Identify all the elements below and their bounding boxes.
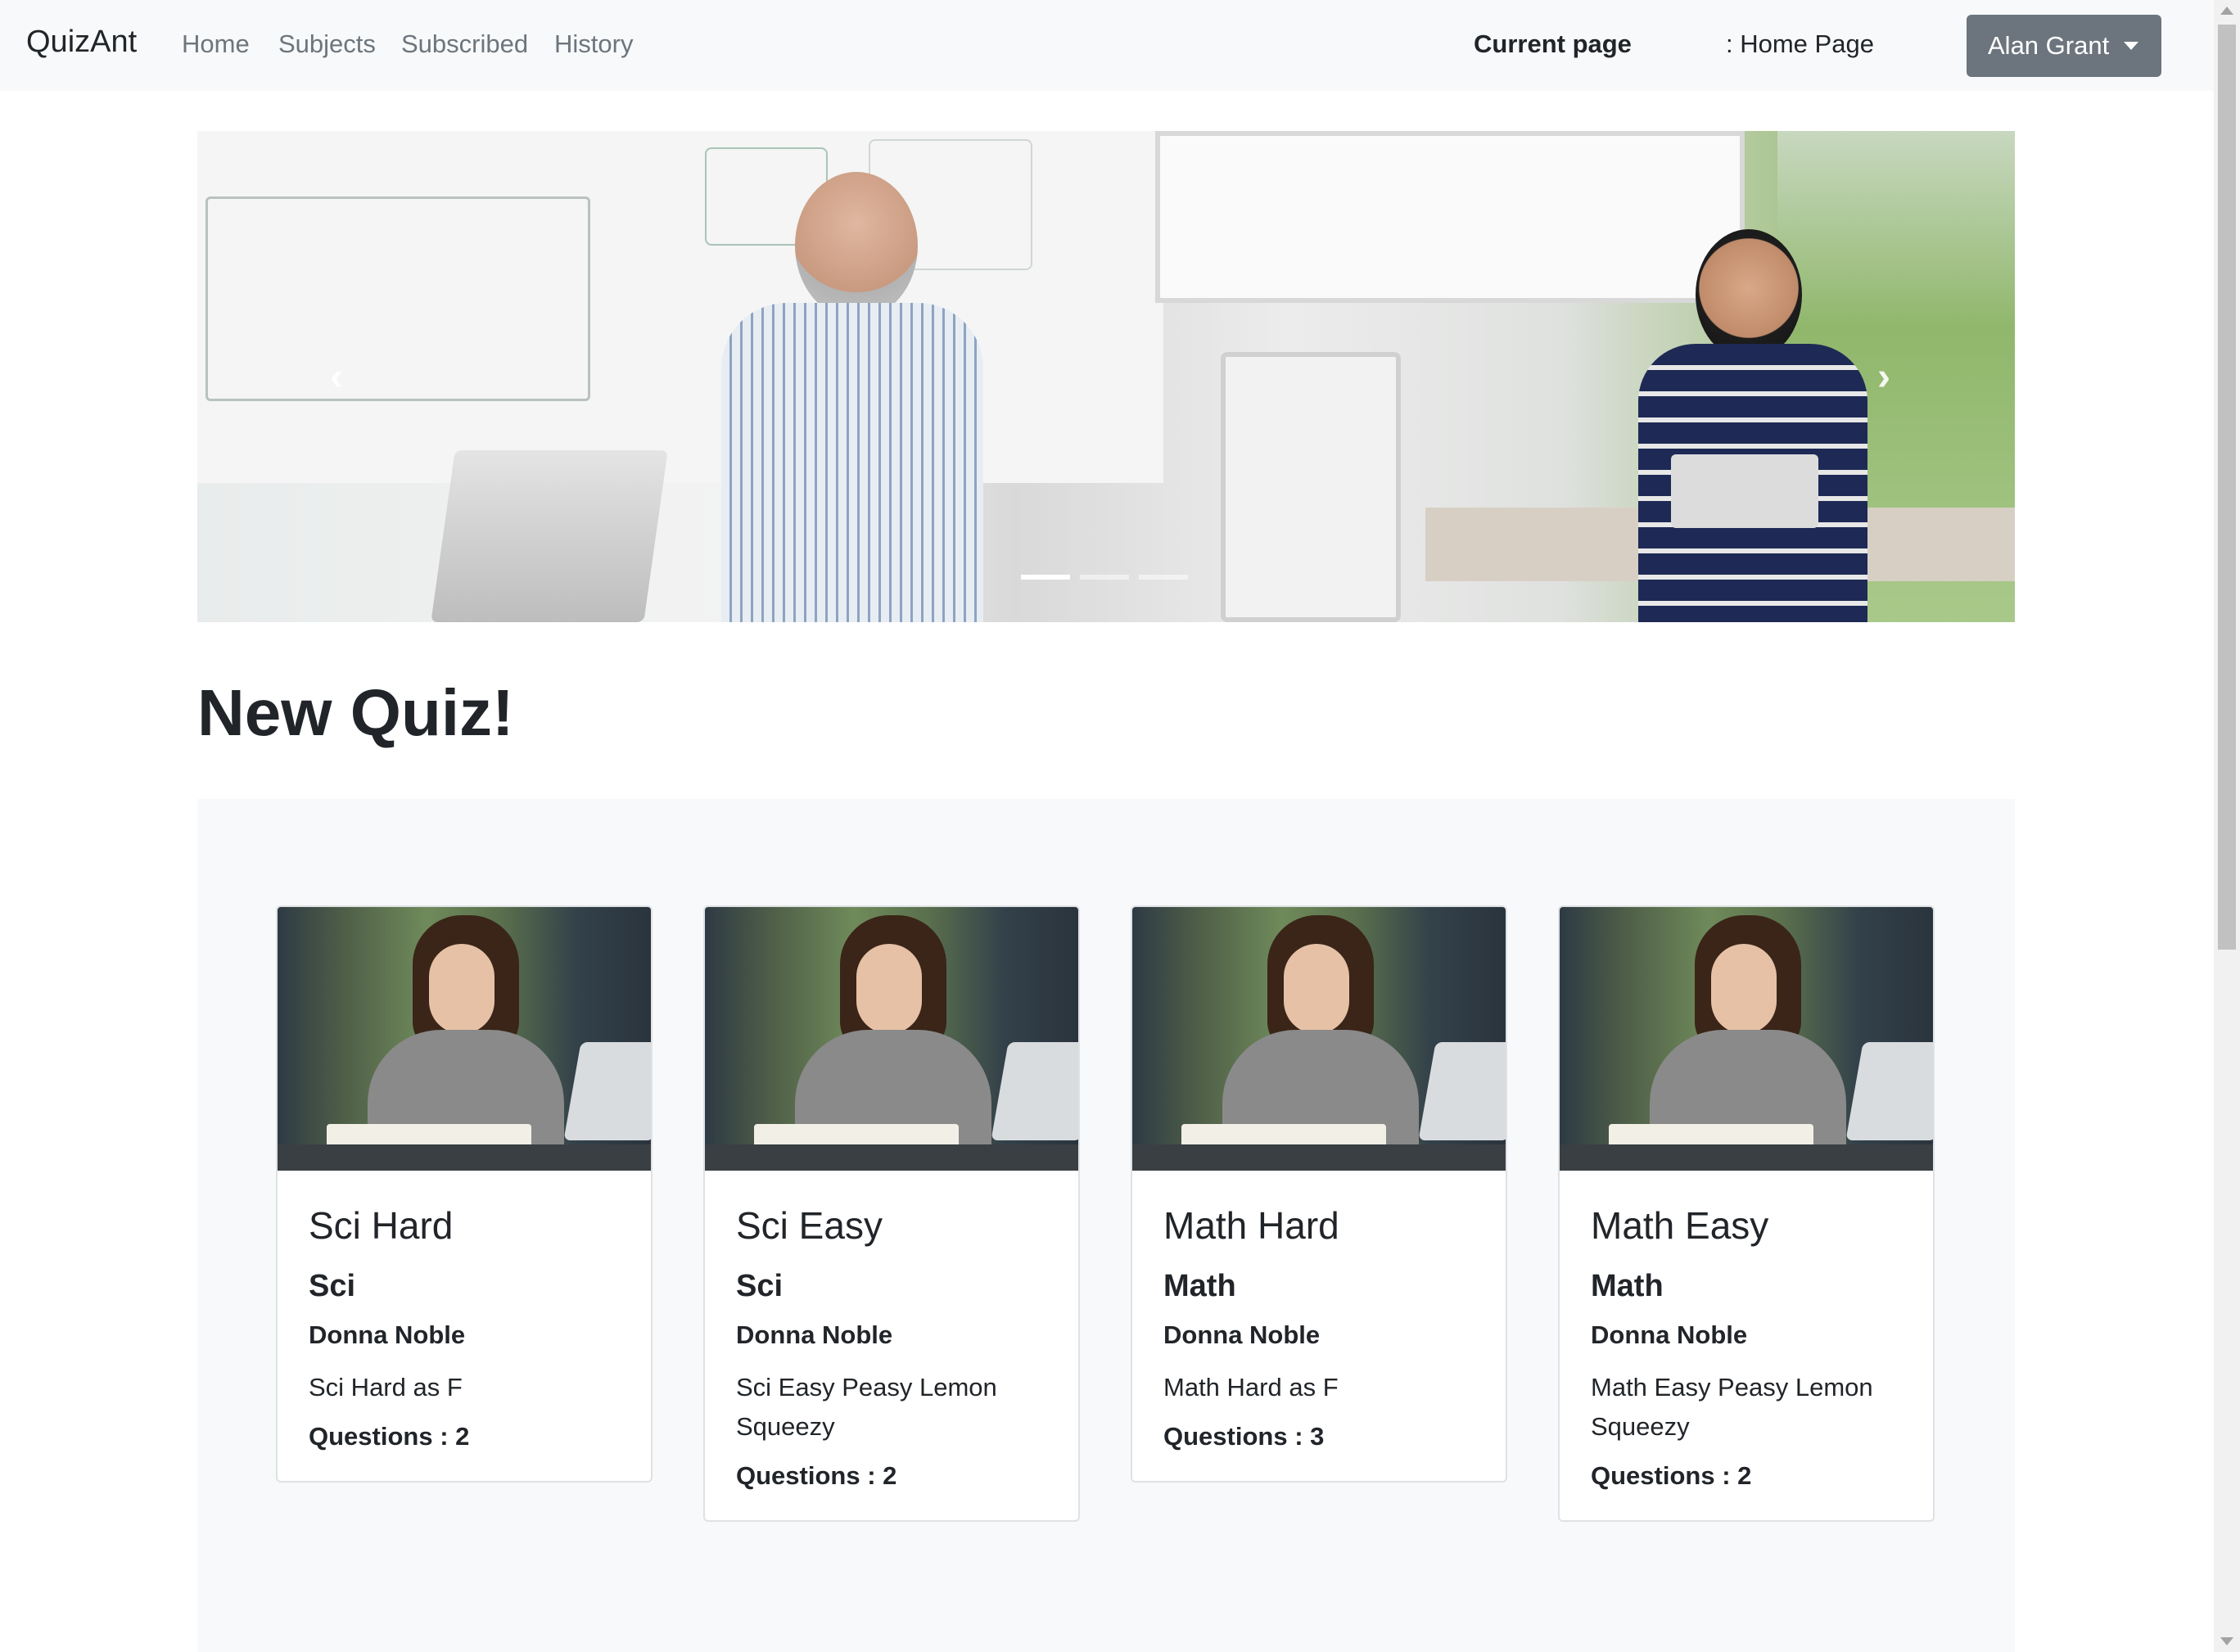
quiz-subject: Math [1163,1269,1236,1303]
teacher-head [795,172,918,319]
easel-board [1221,352,1401,622]
quiz-card-image [705,907,1078,1171]
desk [1132,1144,1506,1171]
quiz-card-body: Math Easy Math Donna Noble Math Easy Pea… [1560,1171,1933,1520]
quiz-card[interactable]: Sci Hard Sci Donna Noble Sci Hard as F Q… [276,905,653,1483]
carousel-indicator-3[interactable] [1139,575,1188,580]
nav-link-subscribed[interactable]: Subscribed [401,29,528,59]
quiz-subject: Sci [309,1269,356,1303]
face [1284,944,1349,1034]
current-page-label: Current page [1474,29,1632,58]
vertical-scrollbar[interactable] [2214,0,2240,1652]
quiz-card-body: Math Hard Math Donna Noble Math Hard as … [1132,1171,1506,1481]
laptop [1418,1042,1506,1140]
quiz-author: Donna Noble [736,1320,893,1349]
quiz-title[interactable]: Math Easy [1591,1203,1902,1248]
quiz-card-image [1560,907,1933,1171]
laptop [431,450,668,622]
carousel-indicator-1[interactable] [1021,575,1070,580]
desk [1560,1144,1933,1171]
quiz-question-count: Questions : 2 [309,1422,470,1451]
quiz-question-count: Questions : 2 [1591,1461,1752,1490]
carousel-prev-button[interactable]: ‹ [312,352,361,401]
hero-carousel: ‹ › [197,131,2015,622]
quiz-author: Donna Noble [1163,1320,1321,1349]
brand-logo[interactable]: QuizAnt [26,25,137,60]
quiz-description: Math Hard as F [1163,1373,1339,1401]
nav-link-history[interactable]: History [554,29,633,59]
laptop [1845,1042,1933,1140]
quiz-question-count: Questions : 2 [736,1461,897,1490]
quiz-description: Sci Easy Peasy Lemon Squeezy [736,1373,997,1441]
user-name: Alan Grant [1988,31,2110,60]
carousel-indicator-2[interactable] [1080,575,1129,580]
section-title: New Quiz! [197,676,514,749]
desk [705,1144,1078,1171]
teacher-body [721,303,983,622]
quiz-card-body: Sci Hard Sci Donna Noble Sci Hard as F Q… [278,1171,651,1481]
quiz-title[interactable]: Math Hard [1163,1203,1475,1248]
student-figure [1638,229,1867,622]
whiteboard-writing [205,196,590,401]
teacher-figure [705,172,983,622]
current-page-value: : Home Page [1726,29,1874,58]
scroll-up-arrow-icon[interactable] [2220,7,2233,15]
quiz-description: Math Easy Peasy Lemon Squeezy [1591,1373,1873,1441]
quiz-subject: Sci [736,1269,784,1303]
quiz-title[interactable]: Sci Easy [736,1203,1047,1248]
caret-down-icon [2124,42,2139,50]
quiz-card-body: Sci Easy Sci Donna Noble Sci Easy Peasy … [705,1171,1078,1520]
quiz-card[interactable]: Math Hard Math Donna Noble Math Hard as … [1131,905,1507,1483]
quiz-card[interactable]: Math Easy Math Donna Noble Math Easy Pea… [1558,905,1935,1522]
face [429,944,495,1034]
quiz-description: Sci Hard as F [309,1373,463,1401]
student-laptop [1671,454,1818,528]
chevron-left-icon: ‹ [330,354,343,399]
nav-link-subjects[interactable]: Subjects [278,29,376,59]
scrollbar-thumb[interactable] [2218,25,2236,950]
carousel-indicators [1021,575,1188,580]
face [1711,944,1777,1034]
desk [278,1144,651,1171]
carousel-next-button[interactable]: › [1859,352,1908,401]
laptop [991,1042,1078,1140]
quiz-question-count: Questions : 3 [1163,1422,1325,1451]
nav-link-home[interactable]: Home [182,29,250,59]
navbar: QuizAnt Home Subjects Subscribed History… [0,0,2214,91]
laptop [563,1042,651,1140]
quiz-card[interactable]: Sci Easy Sci Donna Noble Sci Easy Peasy … [703,905,1080,1522]
student-head [1696,229,1802,360]
quiz-subject: Math [1591,1269,1664,1303]
quiz-card-image [1132,907,1506,1171]
quiz-title[interactable]: Sci Hard [309,1203,620,1248]
quiz-card-image [278,907,651,1171]
face [856,944,922,1034]
quiz-author: Donna Noble [1591,1320,1748,1349]
scroll-down-arrow-icon[interactable] [2220,1637,2233,1645]
user-menu-button[interactable]: Alan Grant [1967,15,2161,77]
chevron-right-icon: › [1877,354,1890,399]
quiz-author: Donna Noble [309,1320,466,1349]
